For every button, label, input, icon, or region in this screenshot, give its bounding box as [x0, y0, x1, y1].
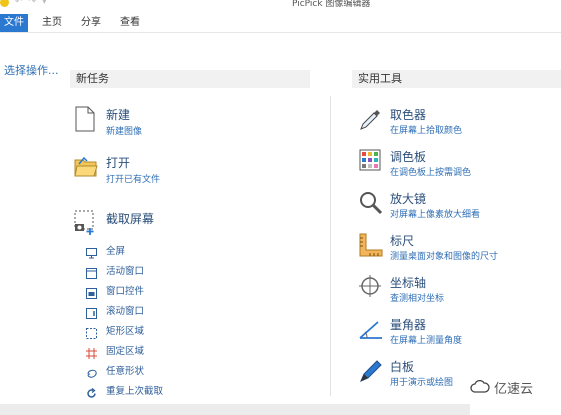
tool-color-palette[interactable]: 调色板 在调色板上按需调色: [358, 148, 558, 188]
new-image-item[interactable]: 新建 新建图像: [74, 106, 314, 146]
tools-header: 实用工具: [352, 70, 561, 88]
capture-fixed-region-label: 固定区域: [106, 346, 145, 357]
app-logo-icon: [0, 0, 9, 7]
capture-repeat-last-label: 重复上次截取: [106, 386, 164, 397]
capture-scrolling-window-label: 滚动窗口: [106, 306, 145, 317]
ribbon-tabs: 文件 主页 分享 查看: [0, 12, 561, 33]
capture-region[interactable]: 矩形区域: [86, 323, 246, 339]
new-file-icon: [74, 106, 96, 132]
ruler-icon: [358, 232, 384, 258]
tool-whiteboard-subtitle: 用于演示或绘图: [390, 378, 454, 388]
capture-title: 截取屏幕: [106, 212, 155, 226]
tab-home[interactable]: 主页: [42, 14, 62, 32]
tool-protractor[interactable]: 量角器 在屏幕上测量角度: [358, 316, 558, 356]
window-control-icon: [86, 284, 97, 299]
repeat-icon: [86, 384, 97, 398]
watermark-text: 亿速云: [494, 382, 534, 397]
capture-repeat-last[interactable]: 重复上次截取: [86, 383, 246, 398]
tool-color-palette-subtitle: 在调色板上按需调色: [390, 168, 472, 178]
new-title: 新建: [106, 108, 131, 122]
tool-protractor-subtitle: 在屏幕上测量角度: [390, 336, 463, 346]
undo-icon[interactable]: ↶: [15, 0, 23, 7]
tab-view[interactable]: 查看: [120, 14, 140, 32]
capture-active-window-label: 活动窗口: [106, 266, 145, 277]
protractor-icon: [358, 316, 384, 342]
capture-freehand[interactable]: 任意形状: [86, 363, 246, 378]
tool-magnifier-title: 放大镜: [390, 192, 427, 206]
capture-fullscreen[interactable]: 全屏: [86, 243, 246, 259]
magnifier-icon: [358, 190, 384, 216]
open-title: 打开: [106, 156, 131, 170]
capture-fullscreen-label: 全屏: [106, 246, 126, 257]
quick-access-toolbar: ↶ ↷ ▾: [0, 0, 47, 7]
dropdown-icon[interactable]: ▾: [42, 0, 47, 7]
watermark: 亿速云: [470, 378, 533, 397]
redo-icon[interactable]: ↷: [29, 0, 37, 7]
capture-fixed-region[interactable]: 固定区域: [86, 343, 246, 359]
tab-file[interactable]: 文件: [0, 14, 28, 32]
tool-color-palette-title: 调色板: [390, 150, 427, 164]
capture-active-window[interactable]: 活动窗口: [86, 263, 246, 279]
capture-region-label: 矩形区域: [106, 326, 145, 337]
capture-window-control-label: 窗口控件: [106, 286, 145, 297]
tab-share[interactable]: 分享: [81, 14, 101, 32]
scroll-window-icon: [86, 304, 97, 319]
rect-region-icon: [86, 324, 97, 339]
folder-icon: [74, 154, 98, 180]
tool-magnifier[interactable]: 放大镜 对屏幕上像素放大细看: [358, 190, 558, 230]
freehand-icon: [86, 364, 97, 378]
section-divider: [330, 96, 331, 396]
tool-magnifier-subtitle: 对屏幕上像素放大细看: [390, 210, 481, 220]
window-icon: [86, 264, 97, 279]
capture-icon: [74, 210, 96, 236]
crosshair-icon: [358, 274, 384, 300]
tool-crosshair-title: 坐标轴: [390, 276, 427, 290]
new-subtitle: 新建图像: [106, 127, 143, 137]
tool-color-picker-title: 取色器: [390, 108, 427, 122]
eyedropper-icon: [358, 106, 384, 132]
monitor-icon: [86, 244, 97, 259]
capture-window-control[interactable]: 窗口控件: [86, 283, 246, 299]
title-bar: ↶ ↷ ▾ PicPick 图像编辑器: [0, 0, 561, 10]
cloud-logo-icon: [470, 379, 490, 397]
bottom-scrollbar[interactable]: [0, 404, 470, 415]
tool-whiteboard-title: 白板: [390, 360, 415, 374]
tool-crosshair[interactable]: 坐标轴 查测相对坐标: [358, 274, 558, 314]
open-subtitle: 打开已有文件: [106, 175, 161, 185]
tool-ruler-subtitle: 测量桌面对象和图像的尺寸: [390, 252, 499, 262]
select-action-link[interactable]: 选择操作...: [4, 62, 59, 78]
open-file-item[interactable]: 打开 打开已有文件: [74, 154, 314, 194]
pen-icon: [358, 358, 384, 384]
capture-scrolling-window[interactable]: 滚动窗口: [86, 303, 246, 319]
tool-protractor-title: 量角器: [390, 318, 427, 332]
palette-icon: [358, 148, 384, 174]
tool-color-picker[interactable]: 取色器 在屏幕上拾取颜色: [358, 106, 558, 146]
window-title: PicPick 图像编辑器: [292, 0, 371, 9]
tool-color-picker-subtitle: 在屏幕上拾取颜色: [390, 126, 463, 136]
fixed-region-icon: [86, 344, 97, 359]
tool-ruler-title: 标尺: [390, 234, 415, 248]
tool-ruler[interactable]: 标尺 测量桌面对象和图像的尺寸: [358, 232, 558, 272]
tool-crosshair-subtitle: 查测相对坐标: [390, 294, 445, 304]
new-task-header: 新任务: [70, 70, 310, 88]
capture-freehand-label: 任意形状: [106, 366, 145, 377]
